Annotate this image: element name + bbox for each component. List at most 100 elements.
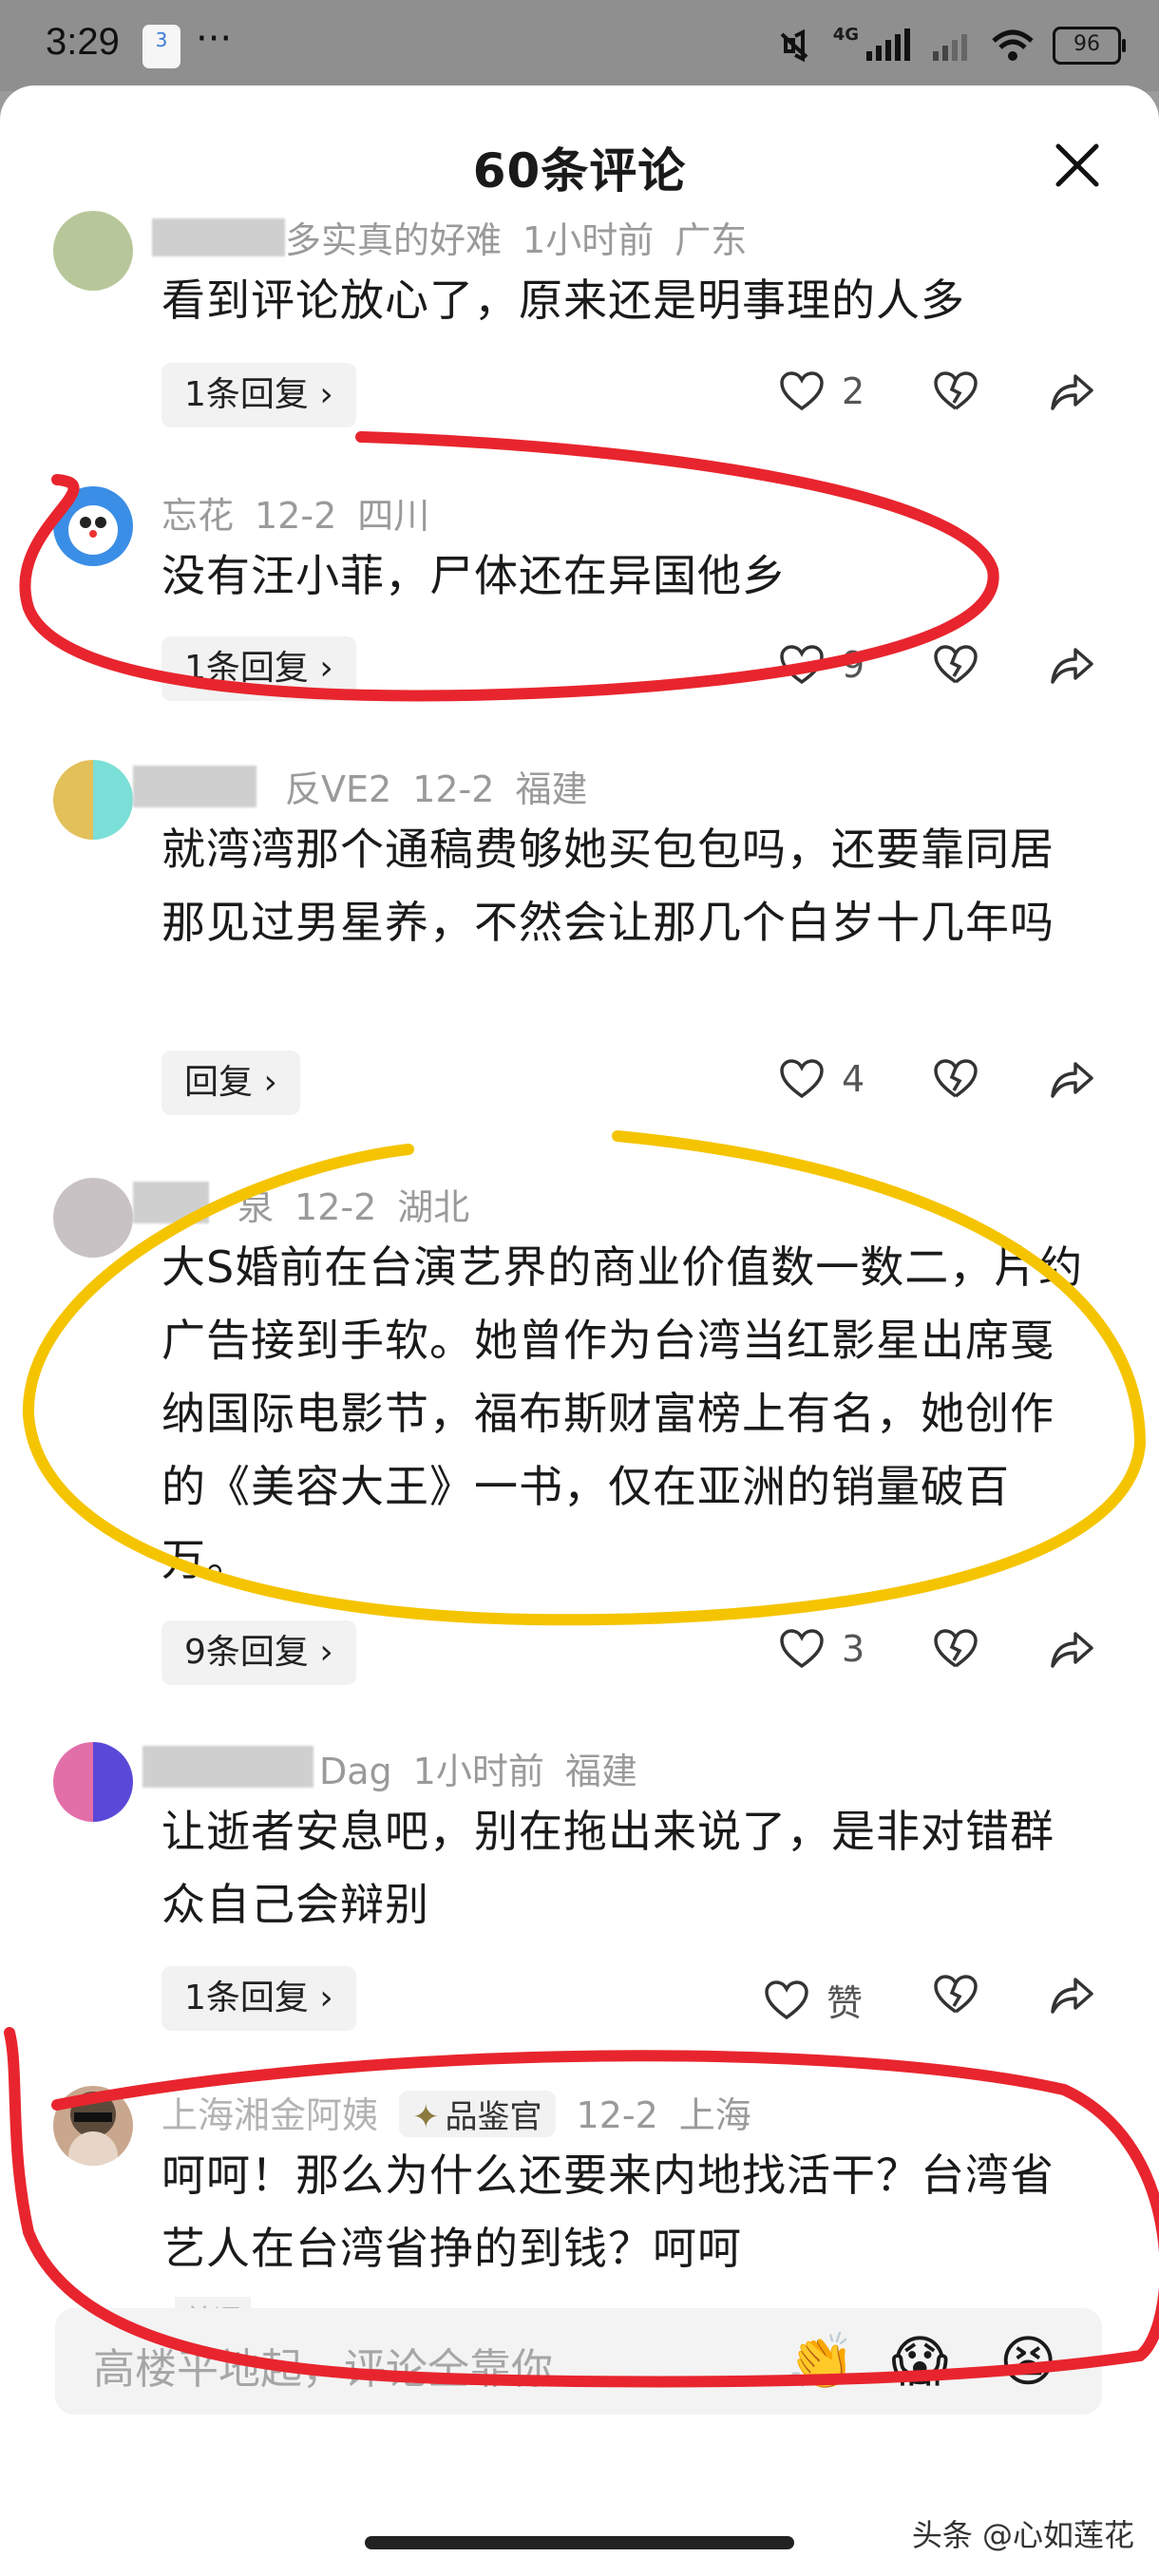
comment-actions: 1条回复 › 9	[0, 636, 1159, 703]
username[interactable]: 泉	[238, 1186, 274, 1228]
heart-icon	[780, 371, 824, 411]
comment-location: 福建	[515, 768, 588, 810]
avatar[interactable]	[53, 1178, 133, 1258]
comment-input-bar[interactable]: 高楼平地起，评论全靠你 👏 😱 😫	[55, 2308, 1102, 2415]
dislike-button[interactable]	[933, 1058, 978, 1100]
avatar[interactable]	[53, 211, 133, 291]
comment-actions: 9条回复 › 3	[0, 1620, 1159, 1687]
wifi-icon	[992, 29, 1034, 61]
home-indicator[interactable]	[365, 2536, 794, 2549]
like-button[interactable]: 3	[779, 1628, 864, 1670]
comment-meta: 上海湘金阿姨 ✦ 品鉴官 12-2 上海	[162, 2086, 772, 2138]
share-icon	[1051, 648, 1093, 684]
share-icon	[1051, 374, 1093, 410]
dislike-button[interactable]	[933, 644, 978, 686]
replies-button[interactable]: 1条回复 ›	[162, 363, 356, 427]
username[interactable]: 上海湘金阿姨	[162, 2094, 378, 2136]
replies-button[interactable]: 9条回复 ›	[162, 1620, 356, 1685]
broken-heart-icon	[934, 1975, 978, 2014]
heart-icon	[765, 1979, 808, 2019]
comment-item: 上海湘金阿姨 ✦ 品鉴官 12-2 上海 呵呵！那么为什么还要来内地找活干？台湾省艺人在…	[0, 2086, 1159, 2339]
blurred-username	[152, 218, 285, 256]
close-icon[interactable]	[1053, 141, 1102, 190]
replies-button[interactable]: 1条回复 ›	[162, 636, 356, 701]
broken-heart-icon	[934, 371, 978, 410]
signal-2-icon	[933, 34, 967, 61]
comment-meta: 忘花 12-2 四川	[162, 486, 450, 539]
comment-actions: 1条回复 › 赞	[0, 1966, 1159, 2033]
replies-button[interactable]: 回复 ›	[162, 1051, 300, 1115]
dislike-button[interactable]	[933, 1974, 978, 2016]
comment-meta: Dag 1小时前 福建	[319, 1742, 658, 1794]
comment-meta: 泉 12-2 湖北	[238, 1178, 490, 1230]
heart-icon	[780, 1629, 824, 1669]
username[interactable]: Dag	[319, 1751, 392, 1792]
share-button[interactable]	[1049, 1628, 1094, 1670]
comment-text: 就湾湾那个通稿费够她买包包吗，还要靠同居那见过男星养，不然会让那几个白岁十几年吗	[162, 824, 1054, 948]
comment-location: 湖北	[397, 1186, 470, 1228]
like-count: 9	[842, 644, 865, 686]
broken-heart-icon	[934, 645, 978, 684]
like-button[interactable]: 2	[779, 370, 864, 412]
replies-button[interactable]: 1条回复 ›	[162, 1966, 356, 2031]
share-button[interactable]	[1049, 370, 1094, 412]
like-button[interactable]: 4	[779, 1058, 864, 1100]
comment-time: 12-2	[576, 2094, 658, 2136]
avatar[interactable]	[53, 760, 133, 840]
share-button[interactable]	[1049, 1058, 1094, 1100]
crying-emoji-icon[interactable]: 😫	[999, 2329, 1056, 2394]
dislike-button[interactable]	[933, 1628, 978, 1670]
dislike-button[interactable]	[933, 370, 978, 412]
status-time: 3:29	[46, 21, 120, 63]
comment-time: 1小时前	[412, 1751, 544, 1792]
replies-label: 1条回复	[184, 649, 309, 688]
avatar[interactable]	[53, 486, 133, 566]
share-button[interactable]	[1049, 1974, 1094, 2016]
like-button[interactable]: 赞	[764, 1974, 863, 2026]
user-badge: ✦ 品鉴官	[399, 2091, 556, 2137]
replies-label: 9条回复	[184, 1633, 309, 1672]
comment-text: 看到评论放心了，原来还是明事理的人多	[162, 275, 965, 326]
comment-time: 12-2	[412, 768, 495, 810]
like-count: 4	[842, 1058, 865, 1100]
blurred-username	[133, 766, 256, 807]
like-label: 赞	[826, 1982, 864, 2024]
comment-text: 让逝者安息吧，别在拖出来说了，是非对错群众自己会辩别	[162, 1806, 1054, 1930]
comment-text: 没有汪小菲，尸体还在异国他乡	[162, 550, 787, 601]
username[interactable]: 反VE2	[285, 768, 391, 810]
comment-time: 12-2	[294, 1186, 377, 1228]
comment-text: 大S婚前在台演艺界的商业价值数一数二，片约广告接到手软。她曾作为台湾当红影星出席…	[162, 1241, 1084, 1585]
comment-time: 1小时前	[522, 219, 655, 261]
clap-emoji-icon[interactable]: 👏	[787, 2329, 855, 2395]
comment-meta: 反VE2 12-2 福建	[285, 760, 608, 812]
more-notifications-icon: ···	[196, 17, 233, 61]
username[interactable]: 忘花	[162, 495, 234, 537]
replies-label: 1条回复	[184, 1979, 309, 2017]
watermark: 头条 @心如莲花	[911, 2517, 1134, 2553]
comment-item: 反VE2 12-2 福建 就湾湾那个通稿费够她买包包吗，还要靠同居那见过男星养，不然…	[0, 760, 1159, 1121]
comment-actions: 回复 › 4	[0, 1051, 1159, 1117]
avatar[interactable]	[53, 1742, 133, 1822]
comment-input-placeholder: 高楼平地起，评论全靠你	[93, 2345, 553, 2394]
blurred-username	[133, 1182, 209, 1223]
replies-label: 1条回复	[184, 375, 309, 414]
sheet-title: 60条评论	[472, 143, 687, 199]
comment-actions: 1条回复 › 2	[0, 363, 1159, 429]
blurred-username	[142, 1746, 314, 1788]
comment-meta: 多实真的好难 1小时前 广东	[285, 211, 768, 263]
badge-label: 品鉴官	[445, 2098, 542, 2136]
replies-label: 回复	[184, 1063, 254, 1102]
like-button[interactable]: 9	[779, 644, 864, 686]
share-button[interactable]	[1049, 644, 1094, 686]
share-icon	[1051, 1062, 1093, 1098]
username[interactable]: 多实真的好难	[285, 219, 502, 261]
shocked-emoji-icon[interactable]: 😱	[891, 2329, 948, 2394]
comment-location: 广东	[674, 219, 748, 261]
network-type: 4G	[832, 24, 859, 45]
comment-text: 呵呵！那么为什么还要来内地找活干？台湾省艺人在台湾省挣的到钱？呵呵	[162, 2150, 1054, 2274]
broken-heart-icon	[934, 1629, 978, 1668]
app-notification-icon: 3	[142, 25, 180, 68]
like-count: 3	[842, 1628, 865, 1670]
avatar[interactable]	[53, 2086, 133, 2166]
comment-item: 忘花 12-2 四川 没有汪小菲，尸体还在异国他乡 1条回复 › 9	[0, 486, 1159, 705]
